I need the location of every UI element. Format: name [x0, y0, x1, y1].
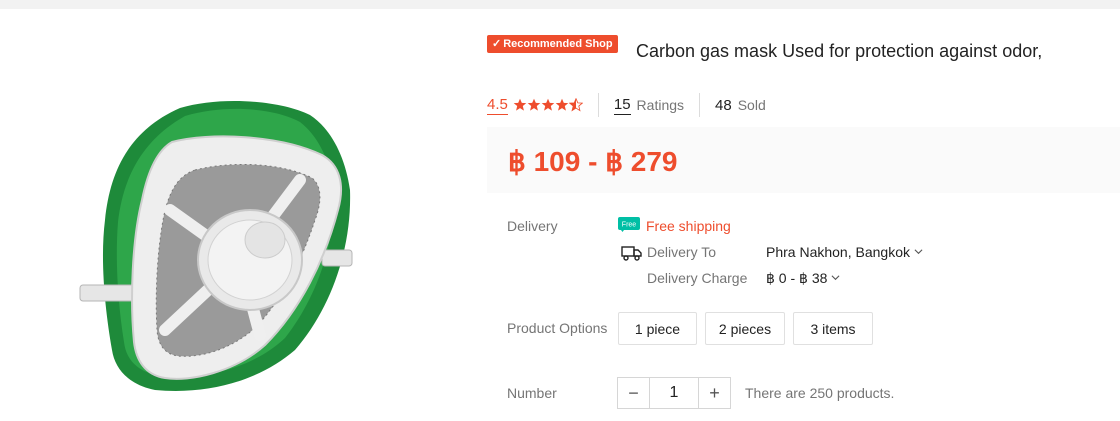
free-shipping-text: Free shipping — [646, 218, 731, 234]
delivery-to-selector[interactable]: Phra Nakhon, Bangkok — [766, 244, 923, 260]
recommended-shop-badge: ✓ Recommended Shop — [487, 35, 618, 53]
divider — [597, 93, 599, 117]
sold-label: Sold — [737, 97, 766, 113]
half-star-icon — [568, 98, 583, 112]
number-label: Number — [507, 385, 557, 401]
increase-quantity-button[interactable]: + — [698, 378, 730, 408]
delivery-charge-selector[interactable]: ฿ 0 - ฿ 38 — [766, 270, 840, 287]
product-image[interactable] — [60, 60, 390, 410]
delivery-to-value: Phra Nakhon, Bangkok — [766, 244, 910, 260]
option-2-pieces[interactable]: 2 pieces — [705, 312, 785, 345]
top-strip — [0, 0, 1120, 9]
quantity-input[interactable]: 1 — [650, 378, 698, 408]
star-icon — [541, 98, 555, 111]
rating-score[interactable]: 4.5 — [487, 96, 508, 115]
truck-icon — [621, 246, 642, 261]
price-range: ฿ 109 - ฿ 279 — [508, 146, 678, 177]
star-icon — [527, 98, 541, 111]
chevron-down-icon — [831, 275, 840, 281]
option-1-piece[interactable]: 1 piece — [618, 312, 697, 345]
product-options-label: Product Options — [507, 320, 608, 336]
free-shipping-icon: Free — [618, 217, 640, 232]
rating-row: 4.5 15 Ratings 48 Sold — [487, 93, 766, 117]
chevron-down-icon — [914, 249, 923, 255]
star-icon — [513, 98, 527, 111]
divider — [699, 93, 701, 117]
ratings-label: Ratings — [636, 97, 685, 113]
delivery-label: Delivery — [507, 218, 558, 234]
decrease-quantity-button[interactable]: − — [618, 378, 650, 408]
quantity-stepper: − 1 + — [617, 377, 731, 409]
delivery-charge-label: Delivery Charge — [647, 270, 748, 286]
stock-text: There are 250 products. — [745, 385, 895, 401]
free-icon-text: Free — [622, 222, 637, 229]
sold-count: 48 — [715, 96, 732, 114]
price-box: ฿ 109 - ฿ 279 — [487, 127, 1120, 193]
delivery-to-label: Delivery To — [647, 244, 716, 260]
star-icon — [555, 98, 569, 111]
star-rating — [513, 98, 583, 112]
badge-label: Recommended Shop — [503, 38, 613, 50]
ratings-count[interactable]: 15 — [613, 96, 631, 115]
option-3-items[interactable]: 3 items — [793, 312, 873, 345]
product-title: Carbon gas mask Used for protection agai… — [636, 41, 1043, 61]
delivery-charge-value: ฿ 0 - ฿ 38 — [766, 270, 828, 286]
check-icon: ✓ — [492, 38, 502, 50]
